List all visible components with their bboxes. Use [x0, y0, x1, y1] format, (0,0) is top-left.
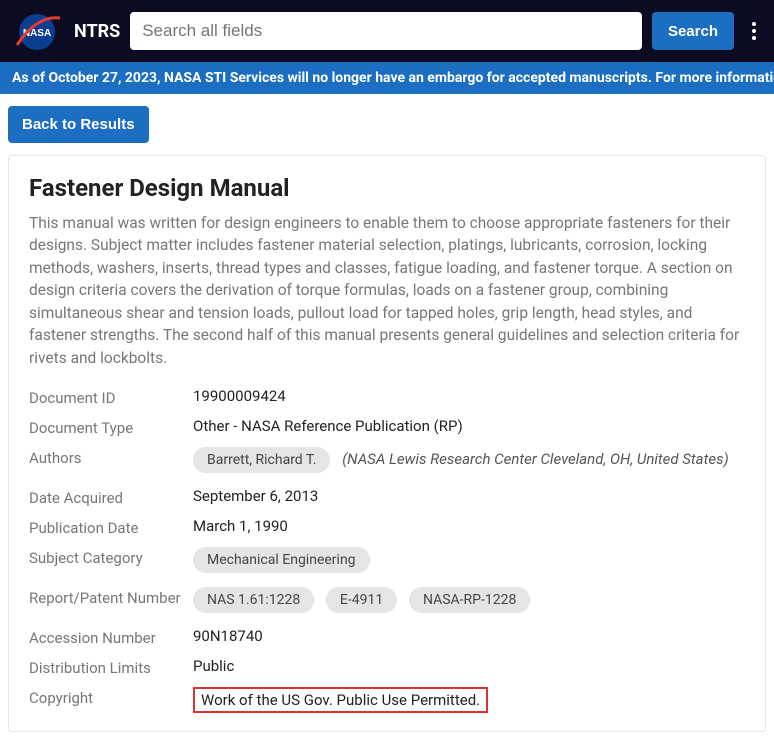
value-report-number: NAS 1.61:1228 E-4911 NASA-RP-1228	[193, 587, 745, 617]
brand-label: NTRS	[74, 21, 120, 42]
label-distribution-limits: Distribution Limits	[29, 657, 189, 677]
more-menu-icon[interactable]	[744, 19, 760, 43]
report-chip-0[interactable]: NAS 1.61:1228	[193, 587, 314, 613]
label-document-type: Document Type	[29, 417, 189, 437]
label-copyright: Copyright	[29, 687, 189, 707]
app-header: NASA NTRS Search	[0, 0, 774, 62]
value-copyright: Work of the US Gov. Public Use Permitted…	[193, 687, 745, 713]
value-document-id: 19900009424	[193, 387, 745, 405]
report-chip-2[interactable]: NASA-RP-1228	[409, 587, 530, 613]
label-date-acquired: Date Acquired	[29, 487, 189, 507]
search-input-wrap	[130, 12, 642, 50]
back-to-results-button[interactable]: Back to Results	[8, 106, 149, 143]
value-accession-number: 90N18740	[193, 627, 745, 645]
copyright-highlight: Work of the US Gov. Public Use Permitted…	[193, 687, 488, 713]
content-area: Back to Results Fastener Design Manual T…	[0, 94, 774, 740]
subject-chip[interactable]: Mechanical Engineering	[193, 547, 370, 573]
announcement-banner: As of October 27, 2023, NASA STI Service…	[0, 62, 774, 94]
label-document-id: Document ID	[29, 387, 189, 407]
value-date-acquired: September 6, 2013	[193, 487, 745, 505]
label-authors: Authors	[29, 447, 189, 467]
label-report-number: Report/Patent Number	[29, 587, 189, 607]
document-title: Fastener Design Manual	[29, 174, 745, 202]
label-publication-date: Publication Date	[29, 517, 189, 537]
nasa-logo-icon: NASA	[12, 10, 62, 52]
value-subject-category: Mechanical Engineering	[193, 547, 745, 577]
author-chip[interactable]: Barrett, Richard T.	[193, 447, 330, 473]
value-publication-date: March 1, 1990	[193, 517, 745, 535]
label-subject-category: Subject Category	[29, 547, 189, 567]
value-authors: Barrett, Richard T. (NASA Lewis Research…	[193, 447, 745, 477]
metadata-table: Document ID 19900009424 Document Type Ot…	[29, 387, 745, 713]
document-abstract: This manual was written for design engin…	[29, 212, 745, 369]
author-affiliation: (NASA Lewis Research Center Cleveland, O…	[342, 450, 728, 468]
document-card: Fastener Design Manual This manual was w…	[8, 155, 766, 732]
value-distribution-limits: Public	[193, 657, 745, 675]
label-accession-number: Accession Number	[29, 627, 189, 647]
report-chip-1[interactable]: E-4911	[326, 587, 397, 613]
value-document-type: Other - NASA Reference Publication (RP)	[193, 417, 745, 435]
search-button[interactable]: Search	[652, 12, 734, 50]
search-input[interactable]	[130, 12, 642, 50]
